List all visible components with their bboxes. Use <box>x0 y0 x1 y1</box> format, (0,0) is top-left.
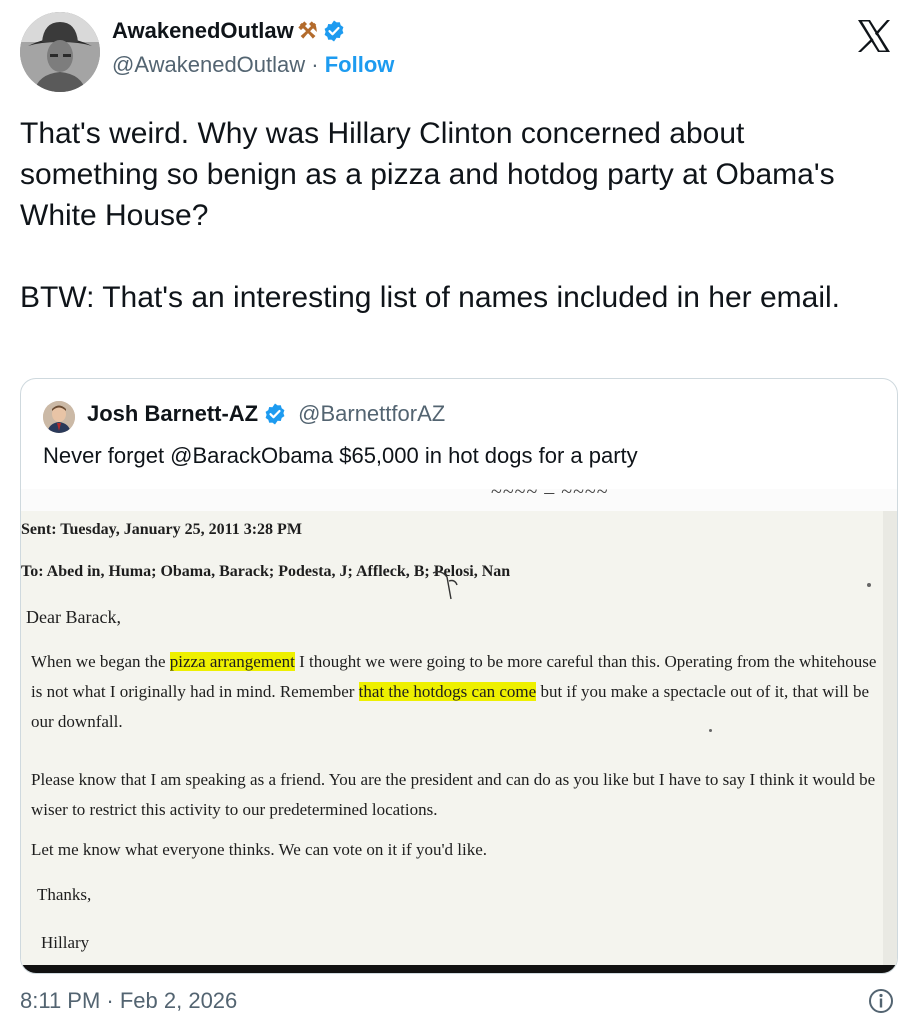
info-icon[interactable] <box>868 988 894 1014</box>
tweet-timestamp[interactable]: 8:11 PM · Feb 2, 2026 <box>20 988 237 1014</box>
scan-top-fragment: ~~~~ – ~~~~ <box>491 489 609 503</box>
highlight-pizza-arrangement: pizza arrangement <box>169 652 295 671</box>
author-handle-line: @AwakenedOutlaw · Follow <box>112 52 394 78</box>
quote-verified-badge-icon <box>265 403 285 425</box>
scan-speck <box>709 729 712 732</box>
avatar-portrait-icon <box>20 12 100 92</box>
scan-bottom-edge <box>21 965 897 973</box>
scan-right-edge <box>883 511 897 971</box>
verified-badge-icon <box>324 20 343 42</box>
quoted-tweet-card[interactable]: Josh Barnett-AZ @BarnettforAZ Never forg… <box>20 378 898 974</box>
email-paragraph-2: Please know that I am speaking as a frie… <box>31 770 876 819</box>
quote-avatar-portrait-icon <box>43 401 75 433</box>
follow-button[interactable]: Follow <box>325 52 395 77</box>
email-paragraph-1: When we began the pizza arrangement I th… <box>31 647 891 737</box>
highlight-hotdogs: that the hotdogs can come <box>358 682 537 701</box>
author-display-name[interactable]: AwakenedOutlaw ⚒ <box>112 18 346 44</box>
pickaxe-emoji: ⚒ <box>297 18 318 43</box>
author-name-text: AwakenedOutlaw <box>112 18 294 43</box>
author-avatar[interactable] <box>20 12 100 92</box>
scan-speck <box>867 583 871 587</box>
tweet-text: That's weird. Why was Hillary Clinton co… <box>20 117 841 314</box>
x-logo-icon[interactable] <box>854 16 894 56</box>
handle-separator: · <box>311 52 319 77</box>
quote-author-name[interactable]: Josh Barnett-AZ <box>87 401 258 427</box>
email-paragraph-3: Let me know what everyone thinks. We can… <box>31 840 488 859</box>
quote-author-line: Josh Barnett-AZ @BarnettforAZ <box>87 401 445 427</box>
email-sent-line: Sent: Tuesday, January 25, 2011 3:28 PM <box>21 521 302 538</box>
email-signature: Hillary <box>41 933 90 952</box>
author-handle[interactable]: @AwakenedOutlaw <box>112 52 305 77</box>
quote-text: Never forget @BarackObama $65,000 in hot… <box>43 443 638 468</box>
quote-author-handle[interactable]: @BarnettforAZ <box>298 401 445 427</box>
quote-author-avatar[interactable] <box>43 401 75 433</box>
email-closing: Thanks, <box>37 885 92 904</box>
p1-part-a: When we began the <box>31 652 170 671</box>
email-greeting: Dear Barack, <box>26 607 121 627</box>
pen-mark-icon <box>432 570 458 600</box>
scan-top-strip <box>21 489 897 511</box>
email-scan-image[interactable]: ~~~~ – ~~~~ Sent: Tuesday, January 25, 2… <box>21 489 897 973</box>
